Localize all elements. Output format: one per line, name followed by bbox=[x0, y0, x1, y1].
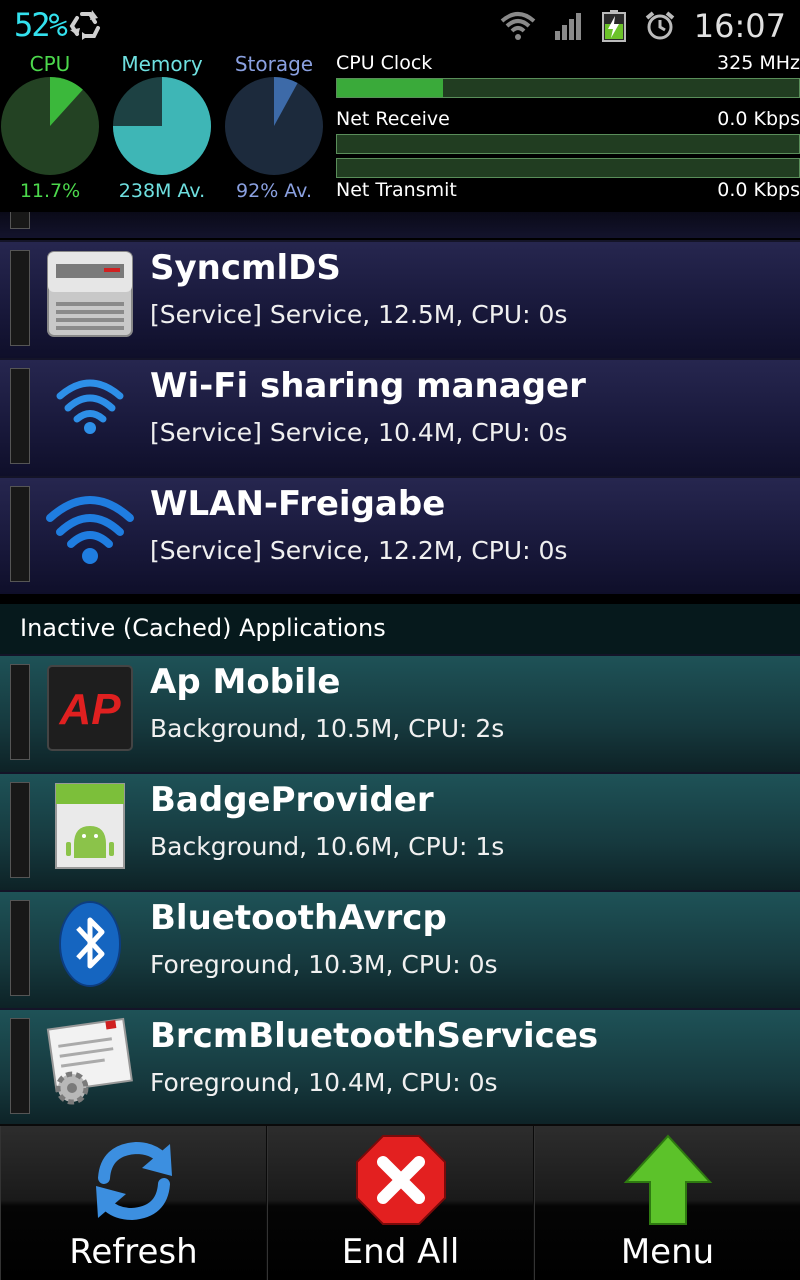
memory-gauge-value: 238M Av. bbox=[118, 180, 206, 202]
section-header: Inactive (Cached) Applications bbox=[0, 604, 800, 654]
menu-label: Menu bbox=[620, 1232, 715, 1272]
arrow-up-icon bbox=[623, 1134, 712, 1225]
ap-logo-icon: AP bbox=[47, 665, 133, 751]
row-checkbox[interactable] bbox=[10, 1018, 30, 1114]
refresh-label: Refresh bbox=[69, 1232, 198, 1272]
end-all-label: End All bbox=[341, 1232, 460, 1272]
refresh-icon bbox=[95, 1141, 172, 1221]
wifi-icon bbox=[56, 379, 124, 434]
process-detail: Foreground, 10.4M, CPU: 0s bbox=[150, 1068, 498, 1097]
section-title: Inactive (Cached) Applications bbox=[20, 614, 386, 642]
android-icon bbox=[55, 783, 125, 869]
system-monitor: CPU Memory Storage 11.7% 238M Av. 92% Av… bbox=[0, 52, 800, 212]
row-checkbox[interactable] bbox=[10, 212, 30, 229]
bottom-toolbar: Refresh End All Menu bbox=[0, 1124, 800, 1280]
battery-percent: 52% bbox=[14, 6, 68, 44]
process-name: WLAN-Freigabe bbox=[150, 484, 446, 524]
battery-charging-icon bbox=[601, 10, 626, 42]
clock: 16:07 bbox=[693, 7, 786, 45]
status-bar: 52% 16:07 bbox=[0, 0, 800, 52]
process-detail: Background, 10.5M, CPU: 2s bbox=[150, 714, 505, 743]
process-name: BadgeProvider bbox=[150, 780, 434, 820]
recycle-icon bbox=[69, 10, 100, 40]
settings-window-icon bbox=[46, 1017, 133, 1105]
list-item[interactable]: BrcmBluetoothServices Foreground, 10.4M,… bbox=[0, 1008, 800, 1124]
process-detail: Background, 10.6M, CPU: 1s bbox=[150, 832, 505, 861]
row-checkbox[interactable] bbox=[10, 250, 30, 346]
process-name: BrcmBluetoothServices bbox=[150, 1016, 599, 1056]
cpu-gauge-label: CPU bbox=[29, 52, 71, 76]
stop-x-icon bbox=[355, 1135, 446, 1225]
process-detail: Foreground, 10.3M, CPU: 0s bbox=[150, 950, 498, 979]
wifi-icon bbox=[500, 12, 536, 40]
row-checkbox[interactable] bbox=[10, 900, 30, 996]
row-checkbox[interactable] bbox=[10, 664, 30, 760]
cpu-clock-label: CPU Clock bbox=[336, 52, 433, 74]
cpu-clock-bar bbox=[336, 78, 800, 98]
wifi-icon bbox=[46, 496, 134, 564]
list-item[interactable]: AP Ap Mobile Background, 10.5M, CPU: 2s bbox=[0, 654, 800, 772]
storage-gauge-label: Storage bbox=[234, 52, 314, 76]
net-receive-label: Net Receive bbox=[336, 108, 450, 130]
process-name: Wi-Fi sharing manager bbox=[150, 366, 586, 406]
cpu-gauge-value: 11.7% bbox=[19, 180, 81, 202]
memory-gauge-label: Memory bbox=[121, 52, 203, 76]
status-icons: 16:07 bbox=[482, 0, 786, 52]
net-transmit-bar bbox=[336, 158, 800, 178]
alarm-icon bbox=[645, 11, 675, 40]
refresh-button[interactable]: Refresh bbox=[0, 1126, 266, 1280]
cpu-clock-bar-fill bbox=[337, 79, 444, 97]
process-detail: [Service] Service, 10.4M, CPU: 0s bbox=[150, 418, 568, 447]
row-checkbox[interactable] bbox=[10, 782, 30, 878]
list-item[interactable]: BluetoothAvrcp Foreground, 10.3M, CPU: 0… bbox=[0, 890, 800, 1008]
process-detail: [Service] Service, 12.5M, CPU: 0s bbox=[150, 300, 568, 329]
bluetooth-icon bbox=[59, 901, 121, 987]
process-detail: [Service] Service, 12.2M, CPU: 0s bbox=[150, 536, 568, 565]
net-transmit-value: 0.0 Kbps bbox=[717, 179, 800, 201]
storage-gauge-value: 92% Av. bbox=[236, 180, 312, 202]
net-receive-value: 0.0 Kbps bbox=[717, 108, 800, 130]
end-all-button[interactable]: End All bbox=[267, 1126, 533, 1280]
list-item[interactable] bbox=[0, 212, 800, 238]
storage-pie bbox=[225, 77, 323, 175]
svg-text:AP: AP bbox=[58, 685, 121, 734]
list-item[interactable]: Wi-Fi sharing manager [Service] Service,… bbox=[0, 358, 800, 476]
menu-button[interactable]: Menu bbox=[534, 1126, 800, 1280]
process-name: BluetoothAvrcp bbox=[150, 898, 447, 938]
process-name: Ap Mobile bbox=[150, 662, 341, 702]
signal-icon bbox=[554, 13, 581, 40]
row-checkbox[interactable] bbox=[10, 486, 30, 582]
list-item[interactable]: SyncmlDS [Service] Service, 12.5M, CPU: … bbox=[0, 240, 800, 358]
server-icon bbox=[47, 251, 133, 337]
row-checkbox[interactable] bbox=[10, 368, 30, 464]
cpu-clock-value: 325 MHz bbox=[717, 52, 800, 74]
net-transmit-label: Net Transmit bbox=[336, 179, 457, 201]
process-name: SyncmlDS bbox=[150, 248, 341, 288]
cpu-pie bbox=[1, 77, 99, 175]
net-receive-bar bbox=[336, 134, 800, 154]
list-item[interactable]: WLAN-Freigabe [Service] Service, 12.2M, … bbox=[0, 476, 800, 594]
process-list[interactable]: SyncmlDS [Service] Service, 12.5M, CPU: … bbox=[0, 212, 800, 1124]
list-item[interactable]: BadgeProvider Background, 10.6M, CPU: 1s bbox=[0, 772, 800, 890]
memory-pie bbox=[113, 77, 211, 175]
